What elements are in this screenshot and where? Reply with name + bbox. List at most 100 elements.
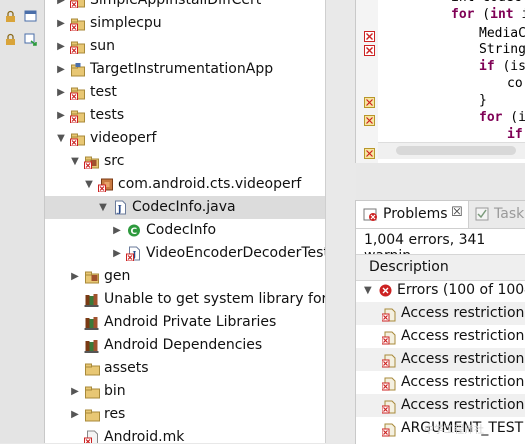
expand-right-icon[interactable]: ▶: [55, 104, 67, 127]
java-file-error-icon: J: [126, 246, 140, 261]
project-error-icon: [70, 18, 85, 31]
expand-right-icon[interactable]: ▶: [111, 219, 123, 242]
tree-item-label: Android.mk: [104, 429, 185, 443]
code-line: MediaCo: [479, 26, 525, 41]
code-editor[interactable]: int codec for (int i MediaCoString[if (is c…: [355, 0, 525, 163]
warning-marker-icon[interactable]: [364, 96, 375, 108]
tree-item[interactable]: Android Dependencies: [45, 334, 325, 357]
editor-gutter: [356, 0, 378, 163]
code-line: int codec: [451, 0, 521, 5]
tree-item-label: simplecpu: [90, 15, 162, 31]
expand-down-icon[interactable]: ▼: [97, 196, 109, 219]
tree-item[interactable]: ▶ res: [45, 403, 325, 426]
tree-item-label: Android Dependencies: [104, 337, 263, 353]
tree-item-label: res: [104, 406, 126, 422]
expand-down-icon[interactable]: ▼: [55, 127, 67, 150]
library-icon: [84, 317, 99, 330]
tree-item-label: test: [90, 84, 117, 100]
tree-item-label: src: [104, 153, 125, 169]
expand-down-icon[interactable]: ▼: [83, 173, 95, 196]
scrollbar-thumb[interactable]: [396, 146, 516, 155]
access-error-icon: [381, 422, 396, 444]
close-tab-icon[interactable]: ☒: [451, 205, 463, 220]
warning-marker-icon[interactable]: [364, 114, 375, 126]
panel-splitter[interactable]: [325, 0, 356, 443]
errors-group-row[interactable]: ▼ Errors (100 of 1004: [356, 279, 525, 302]
expand-right-icon[interactable]: ▶: [69, 403, 81, 426]
expand-right-icon[interactable]: ▶: [55, 12, 67, 35]
gen-folder-icon: [85, 271, 99, 284]
code-line: co: [507, 76, 523, 91]
tree-item-label: tests: [90, 107, 125, 123]
code-line: if (is: [479, 59, 525, 74]
tree-item[interactable]: ▶ gen: [45, 265, 325, 288]
tree-item[interactable]: ▶ sun: [45, 35, 325, 58]
tree-item[interactable]: Android Private Libraries: [45, 311, 325, 334]
expand-right-icon[interactable]: ▶: [55, 35, 67, 58]
problem-row[interactable]: Access restriction: [356, 302, 525, 325]
source-folder-icon: [84, 156, 99, 169]
problem-row[interactable]: Access restriction: [356, 371, 525, 394]
problem-description: Access restriction: [401, 397, 525, 413]
tree-item[interactable]: ▶ SimpleAppInstallDiffCert: [45, 0, 325, 12]
expand-right-icon[interactable]: ▶: [55, 58, 67, 81]
project-error-icon: [70, 110, 85, 123]
lock-icon[interactable]: [4, 10, 17, 23]
expand-right-icon[interactable]: ▶: [111, 242, 123, 265]
error-marker-icon[interactable]: [364, 30, 375, 42]
tree-item[interactable]: ▶J VideoEncoderDecoderTest.java: [45, 242, 325, 265]
problems-icon: [363, 208, 377, 221]
tree-item[interactable]: ▶ bin: [45, 380, 325, 403]
tree-item[interactable]: ▶ simplecpu: [45, 12, 325, 35]
expand-right-icon[interactable]: ▶: [69, 380, 81, 403]
problems-view: Problems ☒ Task 1,004 errors, 341 warnin…: [355, 200, 525, 444]
expand-right-icon[interactable]: ▶: [69, 265, 81, 288]
editor-horizontal-scrollbar[interactable]: [378, 142, 525, 159]
expand-right-icon[interactable]: ▶: [55, 81, 67, 104]
view-tab-bar: Problems ☒ Task: [356, 201, 525, 229]
tree-item[interactable]: ▼ videoperf: [45, 127, 325, 150]
tree-item[interactable]: ▶ C CodecInfo: [45, 219, 325, 242]
expand-down-icon[interactable]: ▼: [69, 150, 81, 173]
tree-item[interactable]: ▼ J CodecInfo.java: [45, 196, 325, 219]
lock-icon[interactable]: [4, 33, 17, 46]
tree-item-label: Unable to get system library for th: [104, 291, 325, 307]
tree-item-label: CodecInfo: [146, 222, 217, 238]
svg-text:C: C: [131, 227, 138, 237]
expand-right-icon[interactable]: ▶: [55, 0, 67, 12]
code-line: for (int i: [451, 7, 525, 22]
expand-down-icon[interactable]: ▼: [364, 279, 372, 302]
window-arrow-icon[interactable]: [24, 33, 37, 46]
library-icon: [84, 294, 99, 307]
watermark: 中学工程师社: [424, 425, 484, 436]
window-icon[interactable]: [24, 10, 37, 23]
warning-marker-icon[interactable]: [364, 147, 375, 159]
problem-row[interactable]: Access restriction: [356, 394, 525, 417]
description-column-header[interactable]: Description: [356, 254, 525, 281]
tab-problems[interactable]: Problems ☒: [356, 201, 469, 228]
tree-item[interactable]: Android.mk: [45, 426, 325, 443]
left-toolbar-strip: [0, 0, 45, 443]
tasks-icon: [475, 207, 489, 221]
tree-item[interactable]: ▶ tests: [45, 104, 325, 127]
problem-row[interactable]: Access restriction: [356, 348, 525, 371]
tree-item[interactable]: assets: [45, 357, 325, 380]
code-line: for (i: [479, 110, 525, 125]
tree-item[interactable]: ▼ com.android.cts.videoperf: [45, 173, 325, 196]
tree-item-label: com.android.cts.videoperf: [118, 176, 302, 192]
problem-row[interactable]: Access restriction: [356, 325, 525, 348]
java-file-icon: J: [115, 200, 126, 215]
tree-item[interactable]: Unable to get system library for th: [45, 288, 325, 311]
problem-description: Access restriction: [401, 351, 525, 367]
tree-item[interactable]: ▶ test: [45, 81, 325, 104]
code-line: }: [479, 93, 487, 108]
tree-item-label: CodecInfo.java: [132, 199, 236, 215]
error-marker-icon[interactable]: [364, 44, 375, 56]
package-icon: [98, 178, 113, 192]
project-error-icon: [70, 41, 85, 54]
svg-text:J: J: [117, 205, 122, 215]
tree-item-label: VideoEncoderDecoderTest.java: [146, 245, 325, 261]
tree-item[interactable]: ▶ TargetInstrumentationApp: [45, 58, 325, 81]
tab-tasks-label[interactable]: Task: [494, 206, 524, 222]
tree-item[interactable]: ▼ src: [45, 150, 325, 173]
